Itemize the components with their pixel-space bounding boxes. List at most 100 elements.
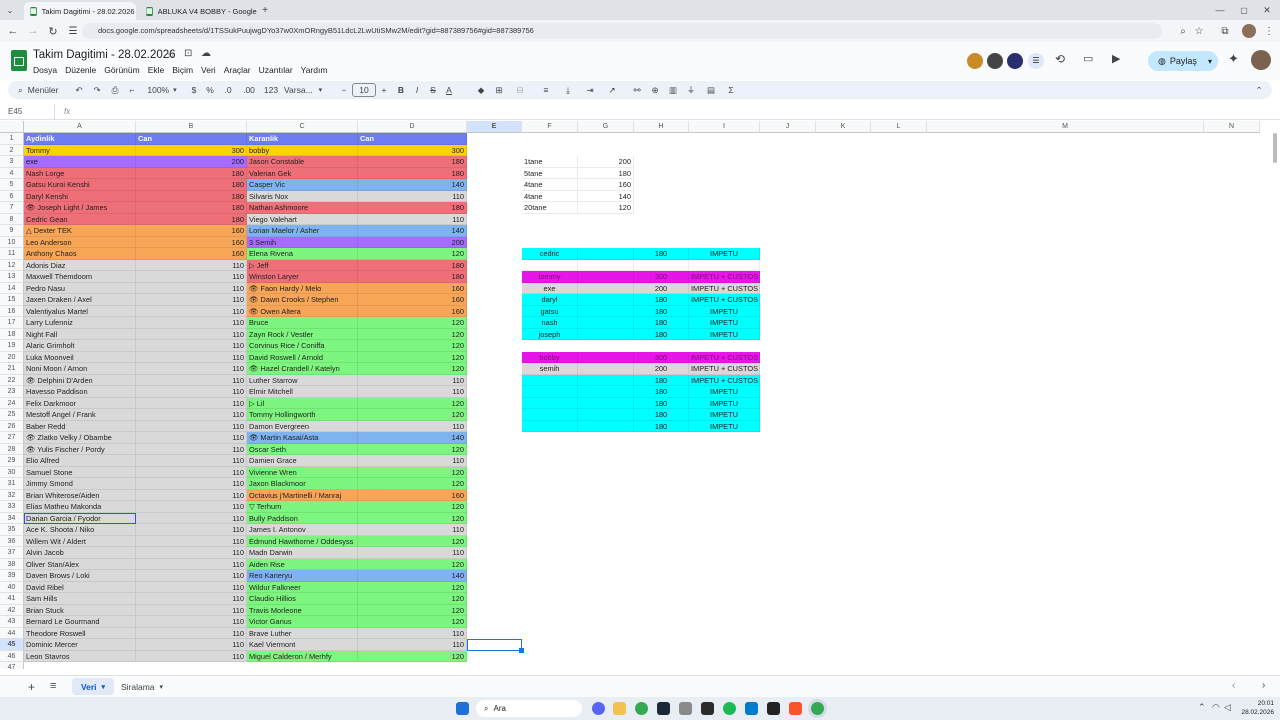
column-header-d[interactable]: D xyxy=(358,121,467,133)
cell[interactable] xyxy=(578,248,634,260)
cell[interactable]: 110 xyxy=(136,650,247,662)
row-header[interactable]: 42 xyxy=(0,604,24,616)
menu-biçim[interactable]: Biçim xyxy=(172,65,193,75)
star-icon[interactable]: ☆ xyxy=(166,48,176,61)
insert-link-icon[interactable]: ⚯ xyxy=(630,81,644,99)
cell[interactable]: Oliver Stan/Alex xyxy=(24,558,136,570)
font-size-increase-icon[interactable]: + xyxy=(378,81,390,99)
team-role-cell[interactable]: IMPETU xyxy=(689,420,760,432)
team-hp-cell[interactable]: 180 xyxy=(634,397,689,409)
cell[interactable]: 110 xyxy=(136,558,247,570)
cell[interactable]: 110 xyxy=(136,259,247,271)
row-header[interactable]: 7 xyxy=(0,202,24,214)
cell[interactable]: 120 xyxy=(358,248,467,260)
cell[interactable]: 120 xyxy=(358,512,467,524)
cell[interactable] xyxy=(578,397,634,409)
column-header-l[interactable]: L xyxy=(871,121,927,133)
profile-avatar[interactable] xyxy=(1242,24,1256,38)
team-role-cell[interactable]: IMPETU + CUSTOS xyxy=(689,374,760,386)
brave-icon[interactable] xyxy=(789,702,802,715)
column-header-a[interactable]: A xyxy=(24,121,136,133)
row-header[interactable]: 44 xyxy=(0,627,24,639)
cell[interactable]: Alaric Grimholt xyxy=(24,340,136,352)
team-name-cell[interactable]: bobby xyxy=(522,351,578,363)
cell[interactable] xyxy=(578,374,634,386)
cell[interactable] xyxy=(578,294,634,306)
row-header[interactable]: 18 xyxy=(0,328,24,340)
row-header[interactable]: 13 xyxy=(0,271,24,283)
team-hp-cell[interactable]: 180 xyxy=(634,328,689,340)
cell[interactable]: Alvin Jacob xyxy=(24,547,136,559)
row-header[interactable]: 30 xyxy=(0,466,24,478)
team-role-cell[interactable]: IMPETU xyxy=(689,248,760,260)
cell[interactable]: 160 xyxy=(358,489,467,501)
cell[interactable]: Brian Whiterose/Aiden xyxy=(24,489,136,501)
cell[interactable]: 👁 Zlatko Velky / Obambe xyxy=(24,432,136,444)
cell[interactable]: 160 xyxy=(136,225,247,237)
row-header[interactable]: 36 xyxy=(0,535,24,547)
summary-value-cell[interactable]: 160 xyxy=(578,179,634,191)
row-header[interactable]: 41 xyxy=(0,593,24,605)
team-role-cell[interactable]: IMPETU + CUSTOS xyxy=(689,294,760,306)
cell[interactable]: 110 xyxy=(136,397,247,409)
cell[interactable]: Havesso Paddison xyxy=(24,386,136,398)
cell[interactable]: Octavius j'Martinelli / Manraj xyxy=(247,489,358,501)
cell[interactable]: 110 xyxy=(136,570,247,582)
paint-format-icon[interactable]: ⌐ xyxy=(125,81,139,99)
row-header[interactable]: 16 xyxy=(0,305,24,317)
cell[interactable]: Noni Moon / Arnon xyxy=(24,363,136,375)
row-header[interactable]: 46 xyxy=(0,650,24,662)
cell[interactable]: Jaxen Draken / Axel xyxy=(24,294,136,306)
cell[interactable]: 140 xyxy=(358,570,467,582)
cell[interactable] xyxy=(578,420,634,432)
cell[interactable]: 120 xyxy=(358,616,467,628)
cell[interactable]: Vivienne Wren xyxy=(247,466,358,478)
cell[interactable]: 180 xyxy=(136,190,247,202)
horizontal-align-icon[interactable]: ≡ xyxy=(538,81,554,99)
cell[interactable]: 110 xyxy=(136,501,247,513)
cell[interactable]: 200 xyxy=(136,156,247,168)
cell[interactable]: 110 xyxy=(136,386,247,398)
cloud-status-icon[interactable]: ☁ xyxy=(201,48,211,59)
cell[interactable]: 👁 Dawn Crooks / Stephen xyxy=(247,294,358,306)
team-name-cell[interactable] xyxy=(522,420,578,432)
vertical-scrollbar[interactable] xyxy=(1273,133,1277,163)
merge-cells-icon[interactable]: ⊟ xyxy=(510,81,530,99)
team-name-cell[interactable]: joseph xyxy=(522,328,578,340)
cell[interactable]: 110 xyxy=(136,593,247,605)
cell[interactable]: 120 xyxy=(358,501,467,513)
cell[interactable]: 110 xyxy=(136,328,247,340)
cell[interactable]: 140 xyxy=(358,179,467,191)
italic-button[interactable]: I xyxy=(410,81,424,99)
team-role-cell[interactable]: IMPETU + CUSTOS xyxy=(689,271,760,283)
cell[interactable]: David Roswell / Arnold xyxy=(247,351,358,363)
strikethrough-button[interactable]: S xyxy=(426,81,440,99)
cell[interactable]: Kael Viermont xyxy=(247,639,358,651)
cell[interactable]: Larry Lufenniz xyxy=(24,317,136,329)
steam-icon[interactable] xyxy=(657,702,670,715)
filter-icon[interactable]: ⏚ xyxy=(684,81,698,99)
team-name-cell[interactable]: exe xyxy=(522,282,578,294)
formula-input[interactable] xyxy=(84,107,1264,119)
cell[interactable] xyxy=(578,271,634,283)
scroll-right-icon[interactable]: › xyxy=(1262,680,1265,691)
cell[interactable]: 120 xyxy=(358,397,467,409)
maximize-icon[interactable]: ▢ xyxy=(1238,4,1250,16)
vscode-icon[interactable] xyxy=(745,702,758,715)
menu-düzenle[interactable]: Düzenle xyxy=(65,65,96,75)
row-header[interactable]: 39 xyxy=(0,570,24,582)
team-hp-cell[interactable]: 180 xyxy=(634,420,689,432)
undo-icon[interactable]: ↶ xyxy=(72,81,86,99)
column-header-m[interactable]: M xyxy=(927,121,1204,133)
cell[interactable]: 120 xyxy=(358,351,467,363)
header-cell[interactable]: Karanlik xyxy=(247,133,358,145)
share-button[interactable]: ◍ Paylaş ▾ xyxy=(1148,51,1218,71)
cell[interactable]: 110 xyxy=(358,455,467,467)
team-hp-cell[interactable]: 180 xyxy=(634,409,689,421)
column-header-j[interactable]: J xyxy=(760,121,816,133)
row-header[interactable]: 20 xyxy=(0,351,24,363)
cell[interactable]: Leon Stavros xyxy=(24,650,136,662)
row-header[interactable]: 33 xyxy=(0,501,24,513)
menu-dosya[interactable]: Dosya xyxy=(33,65,57,75)
cell[interactable]: 110 xyxy=(358,420,467,432)
